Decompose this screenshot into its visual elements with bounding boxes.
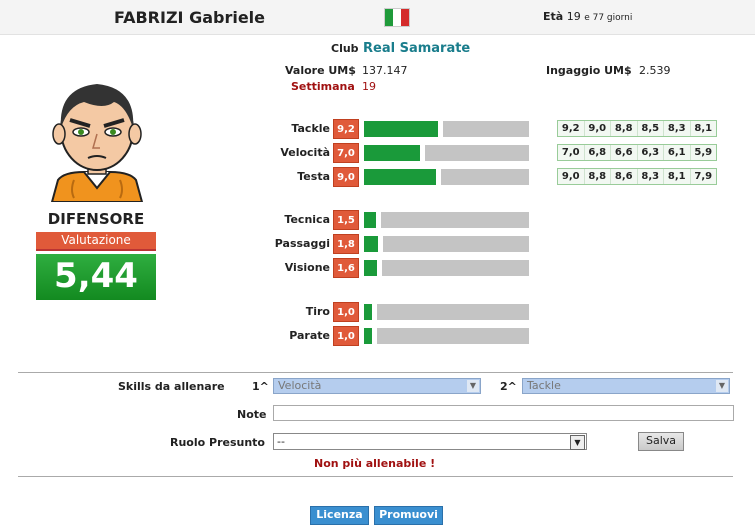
chevron-down-icon: ▼	[467, 380, 479, 392]
skill-level-bar	[364, 212, 376, 228]
skill-1-value: Velocità	[278, 379, 322, 392]
history-cell: 6,1	[664, 145, 691, 160]
skill-remaining-bar	[441, 169, 529, 185]
skill-value-badge: 1,8	[333, 234, 359, 254]
player-name: FABRIZI Gabriele	[114, 8, 266, 27]
skill-level-bar	[364, 328, 372, 344]
valutazione-label: Valutazione	[36, 232, 156, 251]
skill-label: Tecnica	[284, 213, 330, 226]
history-cell: 9,2	[558, 121, 585, 136]
skill-remaining-bar	[425, 145, 529, 161]
history-cell: 9,0	[558, 169, 585, 184]
ingaggio-value: 2.539	[639, 64, 671, 77]
player-role: DIFENSORE	[47, 210, 145, 228]
club-label: Club	[331, 42, 359, 55]
skill-value-badge: 9,2	[333, 119, 359, 139]
skill-label: Parate	[289, 329, 330, 342]
history-cell: 7,9	[694, 171, 713, 182]
settimana-value: 19	[362, 80, 376, 93]
skill-label: Velocità	[280, 146, 330, 159]
skill-value-badge: 1,0	[333, 326, 359, 346]
age-label: Età	[543, 10, 564, 23]
skill-2-value: Tackle	[527, 379, 561, 392]
history-cell: 8,6	[611, 169, 638, 184]
age-info: Età 19 e 77 giorni	[543, 10, 632, 23]
age-days: e 77 giorni	[584, 13, 633, 23]
skill-history: 9,0 8,8 8,6 8,3 8,1 7,9	[557, 168, 717, 185]
skill-label: Tackle	[291, 122, 330, 135]
valutazione-score: 5,44	[36, 254, 156, 300]
skill-value-badge: 7,0	[333, 143, 359, 163]
warning-message: Non più allenabile !	[314, 457, 436, 470]
history-cell: 8,3	[638, 169, 664, 184]
skill-remaining-bar	[383, 236, 529, 252]
ruolo-select[interactable]: -- ▼	[273, 433, 587, 450]
history-cell: 8,8	[585, 169, 611, 184]
promuovi-button[interactable]: Promuovi	[374, 506, 443, 525]
skill-history: 7,0 6,8 6,6 6,3 6,1 5,9	[557, 144, 717, 161]
skill-2-label: 2^	[500, 380, 517, 393]
history-cell: 6,8	[585, 145, 611, 160]
divider-bottom	[18, 476, 733, 477]
skill-history: 9,2 9,0 8,8 8,5 8,3 8,1	[557, 120, 717, 137]
divider-top	[18, 372, 733, 373]
valore-value: 137.147	[362, 64, 408, 77]
history-cell: 8,8	[611, 121, 638, 136]
history-cell: 9,0	[585, 121, 611, 136]
skill-value-badge: 9,0	[333, 167, 359, 187]
history-cell: 8,5	[638, 121, 664, 136]
note-input[interactable]	[273, 405, 734, 421]
ruolo-label: Ruolo Presunto	[170, 436, 265, 449]
settimana-label: Settimana	[291, 80, 355, 93]
history-cell: 8,3	[664, 121, 691, 136]
chevron-down-icon: ▼	[716, 380, 728, 392]
ingaggio-label: Ingaggio UM$	[546, 64, 632, 77]
skill-level-bar	[364, 236, 378, 252]
skill-label: Tiro	[305, 305, 330, 318]
skill-remaining-bar	[377, 328, 529, 344]
skill-level-bar	[364, 121, 438, 137]
club-link[interactable]: Real Samarate	[363, 41, 470, 56]
italy-flag-icon	[384, 8, 410, 27]
skill-label: Passaggi	[274, 237, 330, 250]
history-cell: 6,3	[638, 145, 664, 160]
history-cell: 7,0	[558, 145, 585, 160]
chevron-down-icon: ▼	[570, 435, 585, 450]
licenza-button[interactable]: Licenza	[310, 506, 369, 525]
training-label: Skills da allenare	[118, 380, 225, 393]
skill-remaining-bar	[443, 121, 529, 137]
history-cell: 8,1	[694, 123, 713, 134]
skill-2-select[interactable]: Tackle ▼	[522, 378, 730, 394]
age-years: 19	[566, 10, 581, 23]
skill-1-select[interactable]: Velocità ▼	[273, 378, 481, 394]
skill-value-badge: 1,0	[333, 302, 359, 322]
skill-level-bar	[364, 169, 436, 185]
history-cell: 5,9	[694, 147, 713, 158]
skill-1-label: 1^	[252, 380, 269, 393]
history-cell: 6,6	[611, 145, 638, 160]
skill-remaining-bar	[382, 260, 529, 276]
skill-remaining-bar	[381, 212, 529, 228]
skill-remaining-bar	[377, 304, 529, 320]
skill-value-badge: 1,5	[333, 210, 359, 230]
skill-label: Visione	[284, 261, 330, 274]
skill-label: Testa	[297, 170, 330, 183]
note-label: Note	[237, 408, 267, 421]
ruolo-value: --	[277, 435, 285, 448]
skill-level-bar	[364, 304, 372, 320]
history-cell: 8,1	[664, 169, 691, 184]
valore-label: Valore UM$	[285, 64, 356, 77]
skill-level-bar	[364, 145, 420, 161]
player-avatar	[50, 84, 144, 202]
skill-level-bar	[364, 260, 377, 276]
skill-value-badge: 1,6	[333, 258, 359, 278]
save-button[interactable]: Salva	[638, 432, 684, 451]
